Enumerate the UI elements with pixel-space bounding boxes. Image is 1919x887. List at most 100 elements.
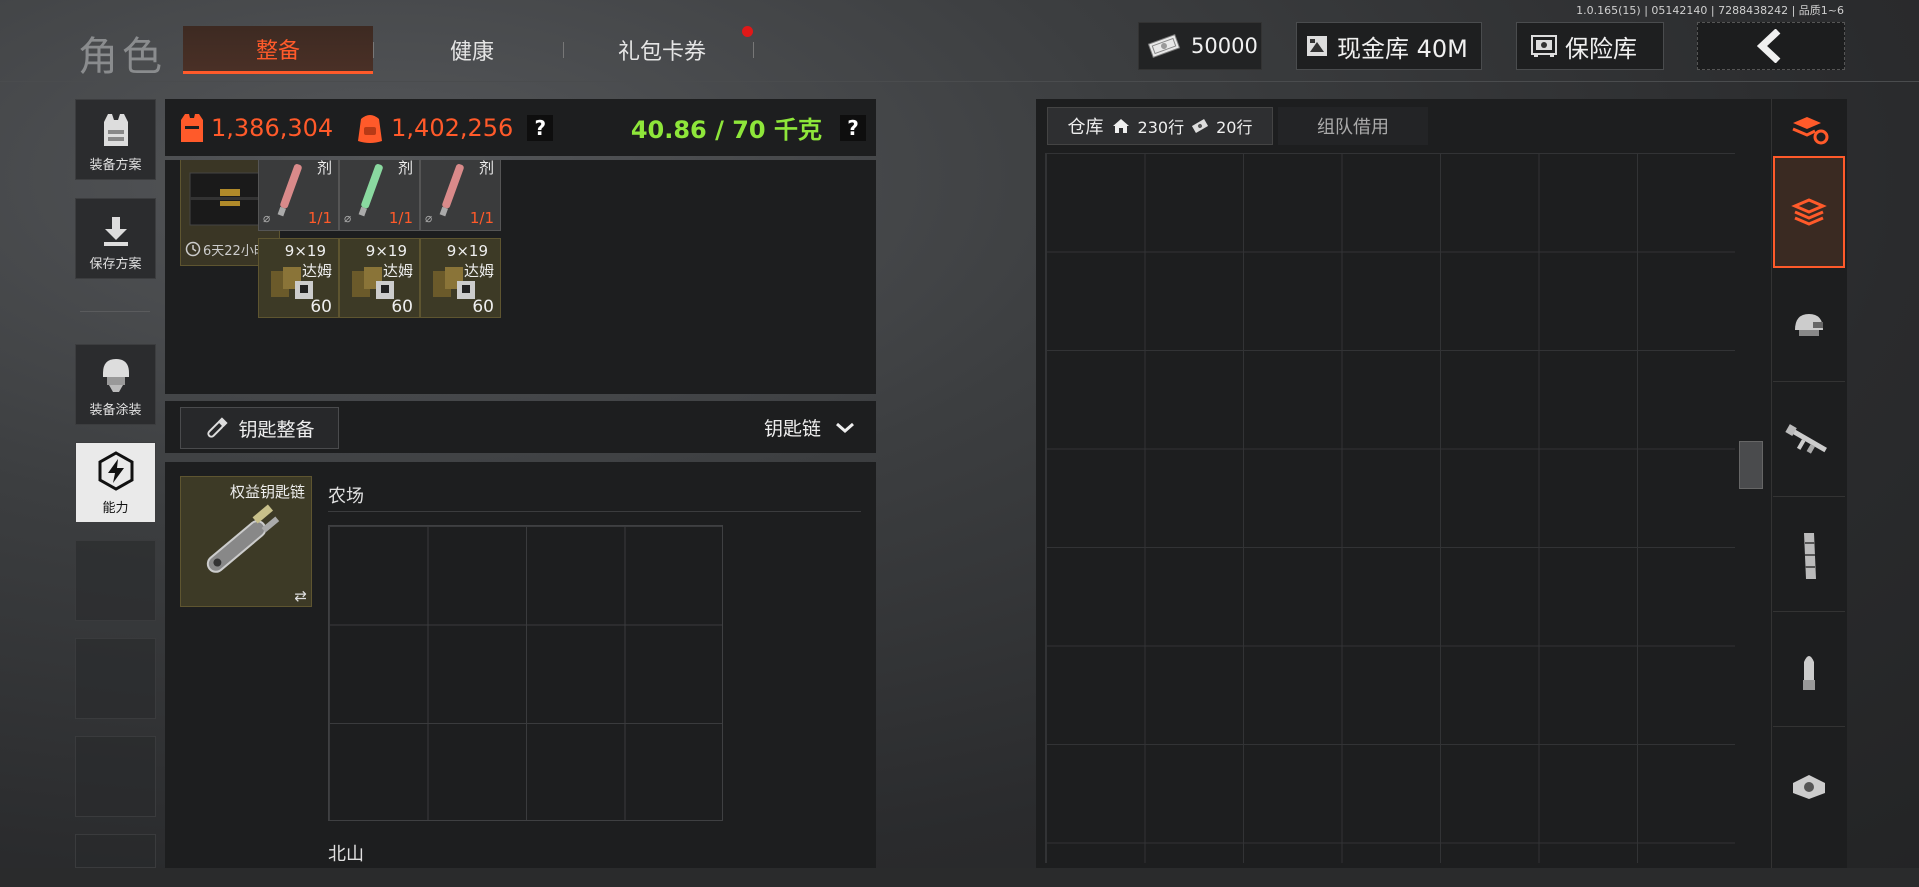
page-title: 角色 bbox=[78, 34, 166, 80]
cash-icon bbox=[1147, 33, 1181, 59]
helmet-icon bbox=[99, 357, 133, 399]
med-label: 剂 bbox=[316, 160, 332, 177]
chevron-down-icon bbox=[835, 422, 855, 434]
cash-vault-label: 现金库 40M bbox=[1337, 34, 1468, 63]
back-button[interactable] bbox=[1697, 22, 1845, 70]
equipment-skin-button[interactable]: 装备涂装 bbox=[75, 344, 156, 425]
backpack-icon bbox=[355, 111, 385, 145]
section-title-beishan: 北山 bbox=[328, 844, 364, 865]
vault-icon bbox=[1305, 34, 1329, 58]
cash-vault-button[interactable]: 现金库 40M bbox=[1296, 22, 1482, 70]
key-loadout-label: 钥匙整备 bbox=[238, 418, 315, 441]
bottom-strip bbox=[0, 868, 1919, 887]
key-icon bbox=[204, 415, 230, 441]
save-plan-label: 保存方案 bbox=[89, 257, 142, 272]
rifle-icon bbox=[1784, 423, 1834, 459]
home-rows: 230行 bbox=[1137, 118, 1185, 137]
ticket-icon bbox=[1192, 119, 1209, 133]
ammo-item[interactable]: 9×19 达姆 60 bbox=[258, 238, 339, 318]
med-count: 1/1 bbox=[469, 209, 494, 227]
ability-label: 能力 bbox=[102, 501, 129, 516]
value-help-button[interactable]: ? bbox=[527, 114, 554, 141]
ammo-caliber: 9×19 bbox=[365, 242, 407, 260]
ability-button[interactable]: 能力 bbox=[75, 442, 156, 523]
lightning-hex-icon bbox=[97, 451, 135, 497]
home-icon bbox=[1112, 118, 1130, 134]
farm-key-grid[interactable] bbox=[328, 525, 723, 821]
tab-divider bbox=[753, 42, 754, 58]
keychain-tool-icon bbox=[191, 499, 291, 589]
download-icon bbox=[101, 215, 131, 253]
swap-icon: ⇄ bbox=[294, 587, 307, 605]
weight-help-button[interactable]: ? bbox=[840, 114, 866, 141]
version-info: 1.0.165(15) | 05142140 | 7288438242 | 品质… bbox=[1576, 4, 1844, 17]
inventory-panel: 6天22小时 ⇄ 剂 ⌀ 1/1 剂 ⌀ 1/1 剂 ⌀ 1/1 9×19 达姆… bbox=[165, 160, 876, 394]
section-divider bbox=[328, 511, 861, 512]
backpack-value: 1,402,256 bbox=[391, 113, 514, 142]
extra-rows: 20行 bbox=[1216, 118, 1253, 137]
filter-helmet[interactable] bbox=[1773, 270, 1845, 382]
filter-all[interactable] bbox=[1773, 156, 1845, 268]
sort-layers-button[interactable] bbox=[1773, 106, 1845, 152]
empty-nav-slot bbox=[75, 638, 156, 719]
helmet-icon bbox=[1791, 310, 1827, 342]
save-plan-button[interactable]: 保存方案 bbox=[75, 198, 156, 279]
side-divider bbox=[80, 311, 150, 312]
keychain-dropdown[interactable]: 钥匙链 bbox=[764, 414, 855, 441]
keychain-item[interactable]: 权益钥匙链 ⇄ bbox=[180, 476, 312, 607]
carry-weight: 40.86 / 70 千克 bbox=[630, 116, 822, 144]
filter-magazine[interactable] bbox=[1773, 500, 1845, 612]
warehouse-scrollbar[interactable] bbox=[1739, 441, 1763, 489]
broken-icon: ⌀ bbox=[263, 211, 271, 225]
filter-attachment[interactable] bbox=[1773, 730, 1845, 842]
keychain-dropdown-label: 钥匙链 bbox=[764, 418, 822, 440]
chevron-left-icon bbox=[1756, 29, 1786, 63]
empty-nav-slot bbox=[75, 540, 156, 621]
notification-dot bbox=[742, 26, 753, 37]
med-item[interactable]: 剂 ⌀ 1/1 bbox=[339, 160, 420, 231]
equipment-skin-label: 装备涂装 bbox=[89, 403, 142, 418]
loadout-plan-label: 装备方案 bbox=[89, 158, 142, 173]
key-loadout-button[interactable]: 钥匙整备 bbox=[180, 407, 339, 449]
loadout-plan-button[interactable]: 装备方案 bbox=[75, 99, 156, 180]
tab-equip[interactable]: 整备 bbox=[183, 26, 373, 74]
empty-nav-slot bbox=[75, 834, 156, 868]
tab-gift[interactable]: 礼包卡券 bbox=[567, 26, 757, 74]
med-item[interactable]: 剂 ⌀ 1/1 bbox=[258, 160, 339, 231]
currency-display: 50000 bbox=[1138, 22, 1262, 70]
filter-ammo[interactable] bbox=[1773, 615, 1845, 727]
vest-icon bbox=[100, 112, 132, 154]
med-count: 1/1 bbox=[388, 209, 413, 227]
tab-divider bbox=[563, 42, 564, 58]
magazine-icon bbox=[1794, 531, 1824, 581]
warehouse-grid[interactable] bbox=[1045, 153, 1735, 863]
ammo-count: 60 bbox=[391, 297, 413, 317]
broken-icon: ⌀ bbox=[425, 211, 433, 225]
ammo-count: 60 bbox=[310, 297, 332, 317]
broken-icon: ⌀ bbox=[344, 211, 352, 225]
layers-refresh-icon bbox=[1789, 113, 1829, 145]
injector-icon bbox=[277, 160, 303, 219]
layers-icon bbox=[1791, 196, 1827, 228]
tab-health[interactable]: 健康 bbox=[377, 26, 567, 74]
injector-icon bbox=[358, 160, 384, 219]
stats-bar: 1,386,304 1,402,256 ? 40.86 / 70 千克 ? bbox=[165, 99, 876, 156]
med-label: 剂 bbox=[478, 160, 494, 177]
ammo-caliber: 9×19 bbox=[284, 242, 326, 260]
section-title-farm: 农场 bbox=[328, 486, 364, 507]
equipment-value: 1,386,304 bbox=[211, 113, 334, 142]
ammo-item[interactable]: 9×19 达姆 60 bbox=[420, 238, 501, 318]
ammo-item[interactable]: 9×19 达姆 60 bbox=[339, 238, 420, 318]
insurance-vault-button[interactable]: 保险库 bbox=[1516, 22, 1664, 70]
tab-team-borrow[interactable]: 组队借用 bbox=[1278, 107, 1428, 145]
med-label: 剂 bbox=[397, 160, 413, 177]
warehouse-tab-label: 仓库 bbox=[1067, 117, 1104, 138]
armor-vest-icon bbox=[179, 112, 205, 144]
injector-icon bbox=[439, 160, 465, 219]
med-item[interactable]: 剂 ⌀ 1/1 bbox=[420, 160, 501, 231]
insurance-label: 保险库 bbox=[1565, 34, 1637, 63]
currency-amount: 50000 bbox=[1191, 34, 1258, 58]
filter-weapon[interactable] bbox=[1773, 385, 1845, 497]
tab-warehouse[interactable]: 仓库 230行 20行 bbox=[1047, 107, 1273, 145]
safe-icon bbox=[1531, 35, 1557, 57]
